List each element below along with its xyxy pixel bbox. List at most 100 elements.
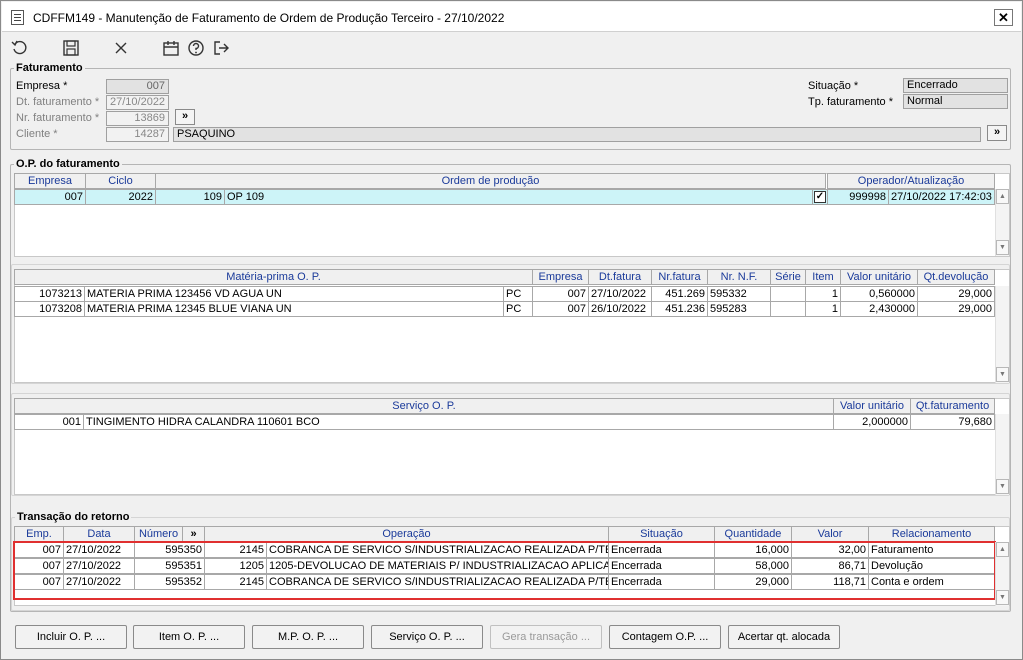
materia-row-qt[interactable]: 29,000 (917, 286, 995, 302)
main-window: CDFFM149 - Manutenção de Faturamento de … (0, 0, 1023, 660)
materia-row-serie[interactable] (770, 301, 806, 317)
close-button[interactable]: ✕ (994, 9, 1013, 26)
transacao-header-situacao[interactable]: Situação (608, 526, 715, 542)
materia-header-dtfatura[interactable]: Dt.fatura (588, 269, 652, 285)
materia-row-valor[interactable]: 0,560000 (840, 286, 918, 302)
op-cell-operador[interactable]: 999998 (827, 189, 889, 205)
transacao-header-relacionamento[interactable]: Relacionamento (868, 526, 995, 542)
scroll-down-icon[interactable]: ▼ (996, 367, 1009, 382)
cancel-icon[interactable] (111, 39, 131, 57)
materia-row-desc[interactable]: MATERIA PRIMA 123456 VD AGUA UN (84, 286, 504, 302)
materia-row-desc[interactable]: MATERIA PRIMA 12345 BLUE VIANA UN (84, 301, 504, 317)
materia-row-serie[interactable] (770, 286, 806, 302)
dt-faturamento-field[interactable]: 27/10/2022 (106, 95, 169, 110)
op-scrollbar[interactable]: ▲ ▼ (995, 189, 1009, 256)
op-header-ordem[interactable]: Ordem de produção (155, 173, 826, 189)
window-title: CDFFM149 - Manutenção de Faturamento de … (33, 11, 505, 25)
materia-row-empresa[interactable]: 007 (532, 301, 589, 317)
op-header-empresa[interactable]: Empresa (14, 173, 86, 189)
materia-row-unit[interactable]: PC (503, 286, 533, 302)
scroll-down-icon[interactable]: ▼ (996, 590, 1009, 605)
gera-transacao-button[interactable]: Gera transação ... (490, 625, 602, 649)
op-cell-empresa[interactable]: 007 (14, 189, 86, 205)
materia-row-unit[interactable]: PC (503, 301, 533, 317)
transacao-header-valor[interactable]: Valor (791, 526, 869, 542)
servico-row-valor[interactable]: 2,000000 (833, 414, 911, 430)
item-op-button[interactable]: Item O. P. ... (133, 625, 245, 649)
materia-row-dt[interactable]: 26/10/2022 (588, 301, 652, 317)
materia-row-nf[interactable]: 595283 (707, 301, 771, 317)
servico-row-desc[interactable]: TINGIMENTO HIDRA CALANDRA 110601 BCO (83, 414, 834, 430)
op-legend: O.P. do faturamento (14, 158, 122, 170)
materia-header-empresa[interactable]: Empresa (532, 269, 589, 285)
transacao-header-data[interactable]: Data (63, 526, 135, 542)
scroll-up-icon[interactable]: ▲ (996, 189, 1009, 204)
refresh-icon[interactable] (10, 39, 30, 57)
cliente-search-button[interactable]: » (987, 125, 1007, 141)
empresa-field: 007 (106, 79, 169, 94)
materia-row-nf[interactable]: 595332 (707, 286, 771, 302)
servico-row-qt[interactable]: 79,680 (910, 414, 995, 430)
op-header-operador[interactable]: Operador/Atualização (827, 173, 995, 189)
materia-header-serie[interactable]: Série (770, 269, 806, 285)
materia-header-qt[interactable]: Qt.devolução (917, 269, 995, 285)
materia-row-dt[interactable]: 27/10/2022 (588, 286, 652, 302)
materia-row-code[interactable]: 1073208 (14, 301, 85, 317)
materia-row-empresa[interactable]: 007 (532, 286, 589, 302)
servico-scrollbar[interactable]: ▼ (995, 414, 1009, 495)
transacao-legend: Transação do retorno (15, 511, 132, 523)
servico-row-code[interactable]: 001 (14, 414, 84, 430)
servico-header-valor[interactable]: Valor unitário (833, 398, 911, 414)
transacao-scrollbar[interactable]: ▲ ▼ (995, 542, 1009, 606)
cliente-label: Cliente * (16, 128, 58, 140)
title-bar: CDFFM149 - Manutenção de Faturamento de … (2, 2, 1021, 32)
op-checkbox[interactable]: ✓ (814, 191, 826, 203)
mp-op-button[interactable]: M.P. O. P. ... (252, 625, 364, 649)
cliente-code-field[interactable]: 14287 (106, 127, 169, 142)
save-icon[interactable] (61, 39, 81, 57)
materia-row-item[interactable]: 1 (805, 301, 841, 317)
transacao-header-operacao[interactable]: Operação (204, 526, 609, 542)
materia-header-valor[interactable]: Valor unitário (840, 269, 918, 285)
materia-scrollbar[interactable]: ▼ (995, 286, 1009, 383)
tp-faturamento-field: Normal (903, 94, 1008, 109)
scroll-up-icon[interactable]: ▲ (996, 542, 1009, 557)
materia-header-desc[interactable]: Matéria-prima O. P. (14, 269, 533, 285)
materia-row-code[interactable]: 1073213 (14, 286, 85, 302)
materia-row-qt[interactable]: 29,000 (917, 301, 995, 317)
acertar-qt-alocada-button[interactable]: Acertar qt. alocada (728, 625, 840, 649)
transacao-expand-button[interactable]: » (182, 526, 205, 542)
exit-icon[interactable] (211, 39, 231, 57)
servico-op-button[interactable]: Serviço O. P. ... (371, 625, 483, 649)
op-header-ciclo[interactable]: Ciclo (85, 173, 156, 189)
materia-row-valor[interactable]: 2,430000 (840, 301, 918, 317)
situacao-field: Encerrado (903, 78, 1008, 93)
servico-header-qt[interactable]: Qt.faturamento (910, 398, 995, 414)
materia-header-nrfatura[interactable]: Nr.fatura (651, 269, 708, 285)
nr-faturamento-search-button[interactable]: » (175, 109, 195, 125)
op-cell-ciclo[interactable]: 2022 (85, 189, 156, 205)
op-cell-op-number[interactable]: 109 (155, 189, 225, 205)
servico-header-desc[interactable]: Serviço O. P. (14, 398, 834, 414)
calendar-icon[interactable] (161, 39, 181, 57)
contagem-op-button[interactable]: Contagem O.P. ... (609, 625, 721, 649)
materia-row-item[interactable]: 1 (805, 286, 841, 302)
op-cell-atualizacao[interactable]: 27/10/2022 17:42:03 (888, 189, 995, 205)
nr-faturamento-label: Nr. faturamento * (16, 112, 100, 124)
materia-row-nrfatura[interactable]: 451.269 (651, 286, 708, 302)
transacao-header-numero[interactable]: Número (134, 526, 183, 542)
incluir-op-button[interactable]: Incluir O. P. ... (15, 625, 127, 649)
materia-row-nrfatura[interactable]: 451.236 (651, 301, 708, 317)
situacao-label: Situação * (808, 80, 859, 92)
scroll-down-icon[interactable]: ▼ (996, 479, 1009, 494)
transacao-header-quantidade[interactable]: Quantidade (714, 526, 792, 542)
dt-faturamento-label: Dt. faturamento * (16, 96, 100, 108)
cliente-name-field: PSAQUINO (173, 127, 981, 142)
materia-header-nrnf[interactable]: Nr. N.F. (707, 269, 771, 285)
help-icon[interactable] (186, 39, 206, 57)
op-cell-op-desc[interactable]: OP 109 (224, 189, 813, 205)
scroll-down-icon[interactable]: ▼ (996, 240, 1009, 255)
materia-header-item[interactable]: Item (805, 269, 841, 285)
transacao-header-emp[interactable]: Emp. (14, 526, 64, 542)
nr-faturamento-field[interactable]: 13869 (106, 111, 169, 126)
